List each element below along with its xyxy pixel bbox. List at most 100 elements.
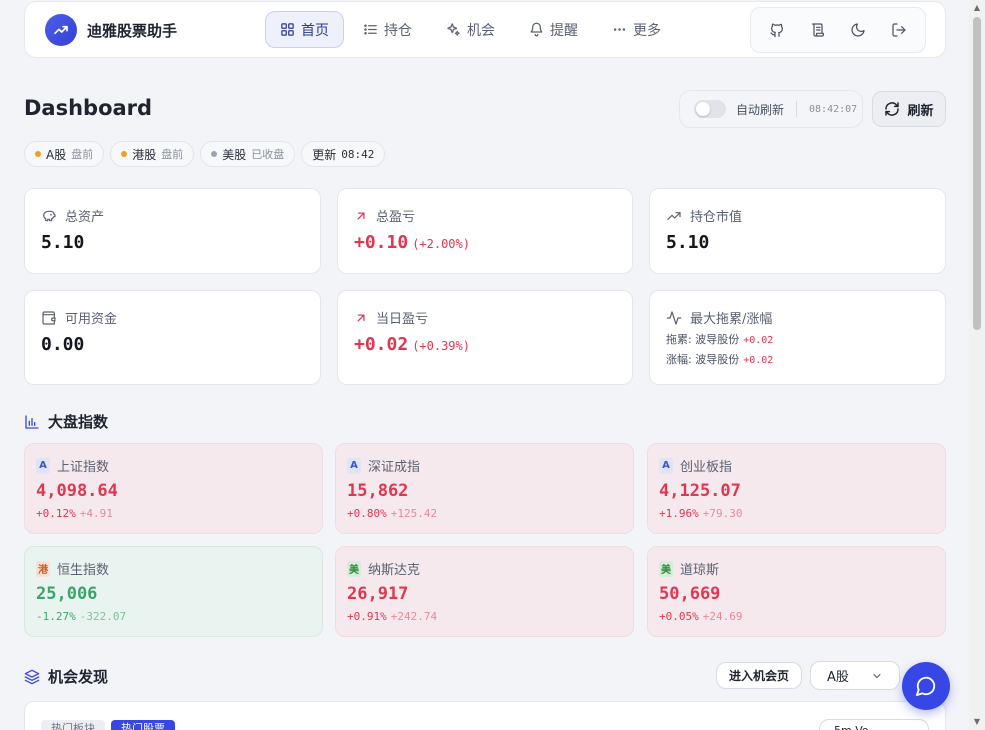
auto-refresh-control: 自动刷新 08:42:07 <box>679 90 863 128</box>
logout-icon <box>892 23 906 37</box>
github-icon <box>770 23 784 38</box>
github-button[interactable] <box>762 15 792 45</box>
index-pct: +1.96% <box>659 507 699 520</box>
docs-button[interactable] <box>803 15 833 45</box>
index-abs: +4.91 <box>79 507 113 520</box>
nav-holdings-label: 持仓 <box>384 22 412 39</box>
index-card-hsi[interactable]: 港恒生指数 25,006 -1.27% -322.07 <box>24 546 323 637</box>
index-pct: +0.12% <box>36 507 76 520</box>
total-assets-label: 总资产 <box>65 210 105 225</box>
opportunity-section-header: 机会发现 <box>24 666 108 687</box>
card-position-value: 持仓市值 5.10 <box>649 188 946 274</box>
auto-refresh-toggle[interactable] <box>694 100 726 118</box>
market-chip-hk: 港股 盘前 <box>110 141 195 167</box>
index-change: +0.12% +4.91 <box>36 507 113 520</box>
max-gain-line: 涨幅: 波导股份 +0.02 <box>666 351 773 367</box>
index-label: 港恒生指数 <box>36 559 109 578</box>
activity-icon <box>666 310 682 325</box>
index-pct: +0.80% <box>347 507 387 520</box>
market-badge: A <box>36 457 50 474</box>
index-label: 美道琼斯 <box>659 559 719 578</box>
nav-holdings[interactable]: 持仓 <box>348 11 427 48</box>
card-label: 可用资金 <box>41 308 117 327</box>
index-value: 25,006 <box>36 584 98 604</box>
nav-opportunities[interactable]: 机会 <box>431 11 510 48</box>
sparkles-icon <box>447 23 460 36</box>
market-badge: 美 <box>659 560 673 577</box>
index-value: 15,862 <box>347 481 409 501</box>
index-abs: -322.07 <box>79 610 127 623</box>
daily-pnl-label: 当日盈亏 <box>376 312 429 327</box>
index-card-dow[interactable]: 美道琼斯 50,669 +0.05% +24.69 <box>647 546 946 637</box>
max-gain-label: 涨幅: 波导股份 <box>666 353 740 366</box>
status-dot <box>35 151 41 157</box>
chat-button[interactable] <box>902 662 950 710</box>
market-status: 已收盘 <box>251 148 285 161</box>
wallet-icon <box>42 310 56 325</box>
scrollbar-thumb[interactable] <box>973 17 981 330</box>
scroll-up-arrow[interactable]: ▲ <box>972 4 982 12</box>
toolbar <box>750 7 926 53</box>
position-value-label: 持仓市值 <box>690 210 743 225</box>
logout-button[interactable] <box>884 15 914 45</box>
nav-alerts[interactable]: 提醒 <box>514 11 593 48</box>
tab-hot-sectors[interactable]: 热门板块 <box>41 720 105 730</box>
index-card-szse[interactable]: A 深证成指 15,862 +0.80% +125.42 <box>335 443 634 534</box>
trending-up-icon <box>667 211 681 220</box>
index-name: 深证成指 <box>368 460 421 475</box>
main-menu: 首页 持仓 机会 提醒 更多 <box>265 11 676 48</box>
indices-title: 大盘指数 <box>48 413 109 431</box>
index-value: 50,669 <box>659 584 721 604</box>
index-card-chinext[interactable]: A 创业板指 4,125.07 +1.96% +79.30 <box>647 443 946 534</box>
available-cash-value: 0.00 <box>41 334 85 355</box>
index-card-nasdaq[interactable]: 美纳斯达克 26,917 +0.91% +242.74 <box>335 546 634 637</box>
index-abs: +242.74 <box>390 610 438 623</box>
daily-pnl-value: +0.02 (+0.39%) <box>354 334 470 355</box>
index-card-sse[interactable]: A 上证指数 4,098.64 +0.12% +4.91 <box>24 443 323 534</box>
market-badge: A <box>347 457 361 474</box>
auto-refresh-label: 自动刷新 <box>736 102 785 117</box>
index-change: +1.96% +79.30 <box>659 507 743 520</box>
chat-bubble-icon <box>915 676 936 697</box>
market-status: 盘前 <box>161 148 184 161</box>
total-assets-value: 5.10 <box>41 232 85 253</box>
last-refresh-time: 08:42:07 <box>809 103 858 115</box>
enter-opportunities-button[interactable]: 进入机会页 <box>716 662 802 689</box>
list-icon <box>364 24 377 35</box>
market-badge: 美 <box>347 560 361 577</box>
status-dot <box>211 151 218 157</box>
update-time-chip: 更新 08:42 <box>301 141 386 167</box>
period-select[interactable]: 5m Vo... <box>819 719 929 730</box>
market-status-bar: A股 盘前 港股 盘前 美股 已收盘 更新 08:42 <box>24 141 386 167</box>
bar-chart-icon <box>25 414 39 429</box>
index-label: A 创业板指 <box>659 456 732 475</box>
theme-toggle-button[interactable] <box>843 15 873 45</box>
nav-more[interactable]: 更多 <box>597 11 676 48</box>
arrow-up-right-icon <box>357 313 365 322</box>
index-value: 4,098.64 <box>36 481 118 501</box>
nav-home[interactable]: 首页 <box>265 11 344 48</box>
scroll-down-arrow[interactable]: ▼ <box>972 718 982 726</box>
index-pct: -1.27% <box>36 610 76 623</box>
app-logo[interactable] <box>45 14 77 46</box>
grid-icon <box>281 23 294 36</box>
more-icon <box>613 28 626 31</box>
index-change: -1.27% -322.07 <box>36 610 126 623</box>
refresh-icon <box>885 102 900 116</box>
indices-section-header: 大盘指数 <box>24 411 108 432</box>
max-drag-label: 拖累: 波导股份 <box>666 333 740 346</box>
market-name: A股 <box>46 147 67 162</box>
market-name: 港股 <box>132 147 157 162</box>
max-drag-value: +0.02 <box>743 335 774 346</box>
index-pct: +0.05% <box>659 610 699 623</box>
nav-alerts-label: 提醒 <box>550 22 578 39</box>
tab-hot-stocks[interactable]: 热门股票 <box>111 720 175 730</box>
market-badge: A <box>659 457 673 474</box>
market-select[interactable]: A股 <box>810 661 900 690</box>
nav-home-label: 首页 <box>301 22 329 39</box>
index-label: A 深证成指 <box>347 456 420 475</box>
card-total-assets: 总资产 5.10 <box>24 188 321 274</box>
index-abs: +24.69 <box>702 610 743 623</box>
opportunity-title: 机会发现 <box>48 668 109 686</box>
refresh-button[interactable]: 刷新 <box>872 91 946 127</box>
